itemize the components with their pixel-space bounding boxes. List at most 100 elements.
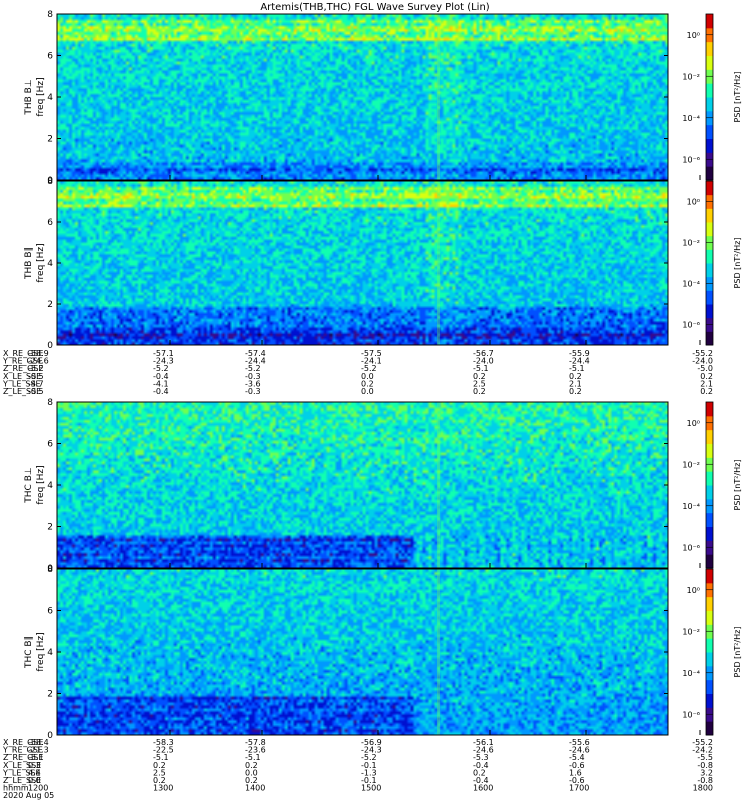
colorbar-tick-label: 10⁻⁶ <box>682 543 700 552</box>
colorbar-segment <box>706 14 713 29</box>
spectrogram-feature-line <box>437 402 440 568</box>
ephemeris-value: 0.2 <box>569 387 582 396</box>
colorbar-tick-label: 10⁻⁴ <box>682 669 700 678</box>
colorbar-label: PSD [nT²/Hz] <box>733 72 742 123</box>
colorbar-tick-label: 10⁻² <box>682 627 700 636</box>
spectrogram-pixels <box>57 14 668 180</box>
y-tick-label: 4 <box>47 93 53 103</box>
colorbar-segment <box>706 402 713 417</box>
colorbar-segment <box>706 222 713 237</box>
spectrogram-panel: 02468THB B∥ freq [Hz]10⁰10⁻²10⁻⁴10⁻⁶PSD [… <box>24 177 742 351</box>
ephemeris-value: -0.5 <box>28 387 44 396</box>
colorbar-segment <box>706 429 713 444</box>
colorbar-segment <box>706 693 713 708</box>
colorbar-segment <box>706 166 713 181</box>
colorbar-segment <box>706 97 713 112</box>
colorbar-segment <box>706 652 713 667</box>
colorbar-tick-label: 10⁰ <box>687 419 700 428</box>
y-tick-label: 6 <box>47 52 53 62</box>
colorbar-tick-label: 10⁻⁶ <box>682 321 700 330</box>
spectrogram-feature-line <box>437 181 440 345</box>
colorbar-tick-label: 10⁻² <box>682 72 700 81</box>
colorbar-tick-label: 10⁰ <box>687 586 700 595</box>
ephemeris-table-thb: X_RE_GSEY_RE_GSEZ_RE_GSEX_LE_SSEY_LE_SSE… <box>2 349 713 396</box>
y-tick-label: 6 <box>47 218 53 228</box>
figure-title: Artemis(THB,THC) FGL Wave Survey Plot (L… <box>260 2 489 13</box>
colorbar-segment <box>706 208 713 223</box>
ephemeris-value: 0.2 <box>700 387 713 396</box>
colorbar-label: PSD [nT²/Hz] <box>733 627 742 678</box>
colorbar-segment <box>706 443 713 458</box>
ephemeris-value: 0.0 <box>361 387 374 396</box>
colorbar-segment <box>706 596 713 611</box>
colorbar-tick-label: 10⁻⁴ <box>682 114 700 123</box>
y-axis-probe-label: THB B⊥ <box>24 79 34 115</box>
colorbar-label: PSD [nT²/Hz] <box>733 460 742 511</box>
colorbar-segment <box>706 512 713 527</box>
y-tick-label: 2 <box>47 135 53 145</box>
spectrogram-pixels <box>57 181 668 345</box>
colorbar-segment <box>706 55 713 70</box>
ephemeris-value: 0.2 <box>473 387 486 396</box>
colorbar-segment <box>706 638 713 653</box>
colorbar-segment <box>706 290 713 305</box>
y-tick-label: 8 <box>47 565 53 575</box>
colorbar-segment <box>706 124 713 139</box>
colorbar-segment <box>706 331 713 346</box>
colorbar-tick-label: 10⁻⁶ <box>682 710 700 719</box>
y-tick-label: 8 <box>47 10 53 20</box>
ephemeris-value: 1300 <box>153 784 173 793</box>
ephemeris-value: 1700 <box>569 784 589 793</box>
colorbar-segment <box>706 569 713 584</box>
y-tick-label: 2 <box>47 523 53 533</box>
ephemeris-value: 1800 <box>693 784 713 793</box>
y-tick-label: 6 <box>47 607 53 617</box>
colorbar-segment <box>706 249 713 264</box>
y-axis-label: freq [Hz] <box>36 465 46 504</box>
colorbar-tick-label: 10⁰ <box>687 31 700 40</box>
colorbar-segment <box>706 181 713 196</box>
spectrogram-panel: 02468THB B⊥ freq [Hz]10⁰10⁻²10⁻⁴10⁻⁶PSD [… <box>24 10 742 186</box>
y-axis-probe-label: THC B⊥ <box>24 467 34 504</box>
colorbar-segment <box>706 263 713 278</box>
colorbar-segment <box>706 41 713 56</box>
y-axis-probe-label: THC B∥ <box>24 636 34 669</box>
y-tick-label: 4 <box>47 259 53 269</box>
colorbar-segment <box>706 83 713 98</box>
ephemeris-table-thc: X_RE_GSEY_RE_GSEZ_RE_GSEX_LE_SSEY_LE_SSE… <box>2 738 713 800</box>
ephemeris-value: -0.4 <box>153 387 169 396</box>
ephemeris-value: 1400 <box>245 784 265 793</box>
colorbar-segment <box>706 138 713 153</box>
y-axis-probe-label: THB B∥ <box>24 247 34 280</box>
colorbar-label: PSD [nT²/Hz] <box>733 238 742 289</box>
colorbar-tick-label: 10⁻² <box>682 460 700 469</box>
y-tick-label: 6 <box>47 440 53 450</box>
y-axis-label: freq [Hz] <box>36 77 46 116</box>
colorbar-segment <box>706 679 713 694</box>
colorbar-segment <box>706 610 713 625</box>
colorbar-segment <box>706 721 713 736</box>
ephemeris-value: 1500 <box>361 784 381 793</box>
spectrogram-panel: 02468THC B⊥ freq [Hz]10⁰10⁻²10⁻⁴10⁻⁶PSD [… <box>24 398 742 574</box>
colorbar-segment <box>706 554 713 569</box>
colorbar-segment <box>706 526 713 541</box>
spectrogram-pixels <box>57 402 668 568</box>
y-axis-label: freq [Hz] <box>36 243 46 282</box>
colorbar-tick-label: 10⁻⁴ <box>682 280 700 289</box>
colorbar-tick-label: 10⁻² <box>682 239 700 248</box>
y-tick-label: 4 <box>47 481 53 491</box>
colorbar-segment <box>706 304 713 319</box>
spectrogram-pixels <box>57 569 668 735</box>
y-axis-label: freq [Hz] <box>36 632 46 671</box>
colorbar-segment <box>706 485 713 500</box>
y-tick-label: 4 <box>47 648 53 658</box>
spectrogram-panel: 02468THC B∥ freq [Hz]10⁰10⁻²10⁻⁴10⁻⁶PSD [… <box>24 565 742 741</box>
colorbar-tick-label: 10⁻⁴ <box>682 502 700 511</box>
spectrogram-feature-line <box>437 14 440 180</box>
y-tick-label: 8 <box>47 177 53 187</box>
spectrogram-panels: 02468THB B⊥ freq [Hz]10⁰10⁻²10⁻⁴10⁻⁶PSD [… <box>24 10 742 741</box>
ephemeris-value: -0.3 <box>245 387 261 396</box>
wave-survey-figure: Artemis(THB,THC) FGL Wave Survey Plot (L… <box>2 2 742 800</box>
colorbar-tick-label: 10⁻⁶ <box>682 155 700 164</box>
colorbar-segment <box>706 471 713 486</box>
